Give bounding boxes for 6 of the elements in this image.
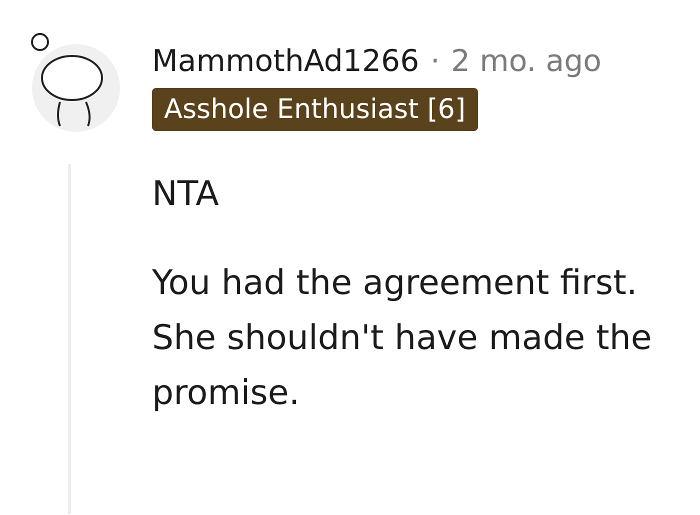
comment-text: You had the agreement first. She shouldn't have made the promise.	[152, 262, 653, 415]
comment-text: NTA	[152, 173, 220, 216]
username-link[interactable]: MammothAd1266	[152, 44, 420, 79]
separator: ·	[430, 44, 440, 79]
timestamp[interactable]: 2 mo. ago	[450, 44, 602, 79]
user-flair: Asshole Enthusiast [6]	[152, 88, 478, 131]
